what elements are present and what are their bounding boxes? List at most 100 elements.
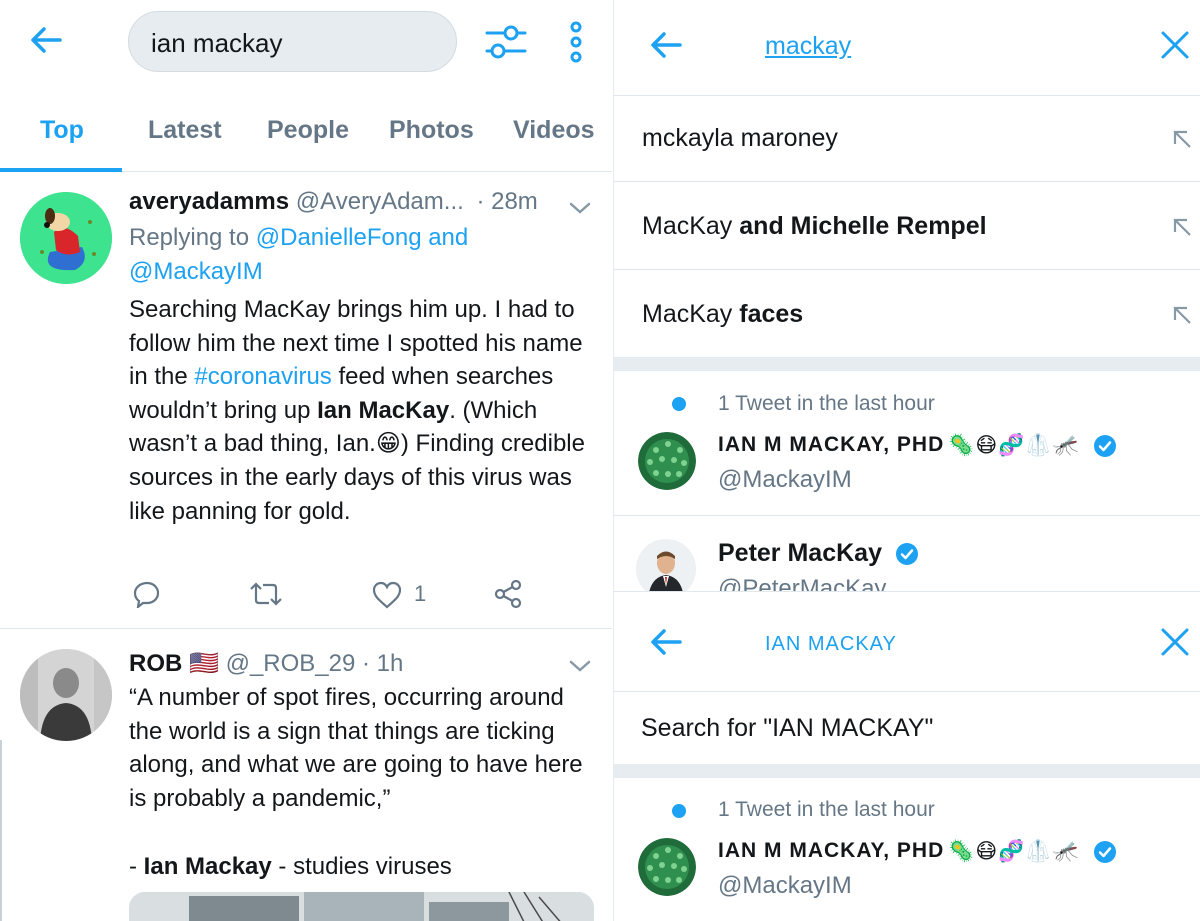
timestamp: · 1h: [362, 650, 404, 677]
display-name[interactable]: ROB: [129, 650, 182, 677]
activity-dot-icon: [672, 804, 686, 818]
screen-divider: [614, 591, 1200, 592]
tweet[interactable]: ROB 🇺🇸 @_ROB_29 · 1h “A number of spot f…: [0, 629, 612, 921]
suggestion-item[interactable]: MacKay faces: [614, 271, 1200, 357]
avatar[interactable]: [638, 432, 696, 490]
handle[interactable]: @_ROB_29: [226, 650, 356, 677]
user-name: IAN M MACKAY, PHD 🦠😷🧬🥼🦟: [718, 433, 1117, 458]
search-for-label: Search for "IAN MACKAY": [641, 714, 934, 742]
name-emojis: 🦠😷🧬🥼🦟: [948, 434, 1080, 457]
fill-query-arrow-icon[interactable]: [1171, 304, 1193, 326]
tab-photos[interactable]: Photos: [389, 116, 474, 145]
name-emojis: 🦠😷🧬🥼🦟: [948, 840, 1080, 863]
search-header: ian mackay: [0, 0, 612, 86]
close-icon[interactable]: [1160, 30, 1190, 60]
suggestion-item[interactable]: MacKay and Michelle Rempel: [614, 183, 1200, 270]
tab-latest[interactable]: Latest: [148, 116, 222, 145]
user-name: Peter MacKay: [718, 539, 919, 568]
cartoon-dog-avatar-image: [20, 192, 112, 284]
virus-avatar-image: [638, 432, 696, 490]
active-tab-indicator: [0, 168, 122, 172]
verified-badge-icon: [1093, 434, 1116, 457]
highlighted-term: Ian MacKay: [317, 396, 450, 424]
search-input[interactable]: ian mackay: [128, 11, 457, 72]
share-icon[interactable]: [493, 579, 523, 609]
avatar[interactable]: [636, 539, 696, 591]
person-photo-avatar-image: [636, 539, 696, 591]
like-count: 1: [414, 581, 427, 606]
avatar[interactable]: [20, 649, 112, 741]
tab-top[interactable]: Top: [40, 116, 84, 145]
timestamp: · 28m: [476, 188, 538, 215]
verified-badge-icon: [895, 543, 918, 566]
section-separator: [614, 357, 1200, 371]
back-arrow-icon[interactable]: [646, 622, 686, 662]
tweet[interactable]: averyadamms @AveryAdam... · 28m Replying…: [0, 173, 612, 628]
us-flag-icon: 🇺🇸: [189, 650, 219, 677]
typeahead-screens: mackay mckayla maroney MacKay and Michel…: [613, 0, 1200, 921]
handle[interactable]: @AveryAdam...: [296, 188, 464, 215]
suggestion-text: MacKay: [642, 212, 740, 240]
suggestion-completion: and Michelle Rempel: [739, 212, 987, 240]
attribution-part: - studies viruses: [271, 853, 452, 880]
virus-avatar-image: [638, 838, 696, 896]
close-icon[interactable]: [1160, 627, 1190, 657]
building-photo-image: [129, 892, 594, 921]
back-arrow-icon[interactable]: [646, 25, 686, 65]
user-name-text: Peter MacKay: [718, 539, 882, 567]
like-heart-icon[interactable]: [372, 581, 402, 609]
user-result[interactable]: IAN M MACKAY, PHD 🦠😷🧬🥼🦟 @MackayIM: [614, 420, 1200, 516]
user-handle: @MackayIM: [718, 466, 852, 493]
tweet-media-image[interactable]: [129, 892, 594, 921]
tweet-text: Searching MacKay brings him up. I had to…: [129, 293, 599, 528]
retweet-icon[interactable]: [249, 580, 283, 608]
user-name-text: IAN M MACKAY, PHD: [718, 839, 945, 863]
suggestion-label: MacKay and Michelle Rempel: [642, 212, 987, 241]
user-handle: @PeterMacKay: [718, 575, 887, 591]
tab-people[interactable]: People: [267, 116, 349, 145]
reply-icon[interactable]: [133, 580, 161, 608]
user-result[interactable]: Peter MacKay @PeterMacKay: [614, 517, 1200, 591]
tweet-header: ROB 🇺🇸 @_ROB_29 · 1h: [129, 649, 403, 678]
chevron-down-icon[interactable]: [568, 658, 592, 674]
fill-query-arrow-icon[interactable]: [1171, 216, 1193, 238]
search-results-screen: ian mackay Top Latest People Photos Vide…: [0, 0, 612, 921]
suggestion-completion: faces: [739, 300, 804, 328]
tweet-text: “A number of spot fires, occurring aroun…: [129, 684, 583, 812]
back-arrow-icon[interactable]: [26, 20, 66, 60]
person-photo-avatar-image: [20, 649, 112, 741]
user-handle: @MackayIM: [718, 872, 852, 899]
suggestion-text: MacKay: [642, 300, 740, 328]
scrollbar-edge: [0, 740, 3, 921]
suggestion-label: MacKay faces: [642, 300, 803, 329]
replying-to: Replying to @DanielleFong and @MackayIM: [129, 221, 599, 288]
verified-badge-icon: [1093, 840, 1116, 863]
user-result[interactable]: IAN M MACKAY, PHD 🦠😷🧬🥼🦟 @MackayIM: [614, 826, 1200, 921]
avatar[interactable]: [638, 838, 696, 896]
search-input[interactable]: mackay: [765, 32, 851, 61]
replying-to-label: Replying to: [129, 224, 250, 251]
user-name-text: IAN M MACKAY, PHD: [718, 433, 945, 457]
tweet-header: averyadamms @AveryAdam... · 28m: [129, 188, 538, 216]
attribution-part: -: [129, 853, 144, 880]
tweet-attribution: - Ian Mackay - studies viruses: [129, 850, 599, 884]
fill-query-arrow-icon[interactable]: [1171, 128, 1193, 150]
search-tabs: Top Latest People Photos Videos: [0, 104, 612, 172]
activity-label: 1 Tweet in the last hour: [718, 798, 935, 821]
search-for-item[interactable]: Search for "IAN MACKAY": [614, 692, 1200, 764]
grinning-emoji: 😁: [375, 430, 401, 458]
highlighted-term: Ian Mackay: [143, 853, 272, 880]
activity-label: 1 Tweet in the last hour: [718, 392, 935, 415]
suggestion-item[interactable]: mckayla maroney: [614, 96, 1200, 182]
suggestion-label: mckayla maroney: [642, 124, 838, 153]
filter-sliders-icon[interactable]: [484, 22, 528, 62]
search-input[interactable]: IAN MACKAY: [765, 633, 897, 656]
activity-dot-icon: [672, 397, 686, 411]
hashtag-link[interactable]: #coronavirus: [194, 363, 331, 390]
tab-videos[interactable]: Videos: [513, 116, 595, 145]
display-name[interactable]: averyadamms: [129, 188, 289, 215]
avatar[interactable]: [20, 192, 112, 284]
chevron-down-icon[interactable]: [568, 200, 592, 216]
more-options-icon[interactable]: [565, 21, 587, 63]
suggestion-text: mckayla maroney: [642, 124, 838, 152]
